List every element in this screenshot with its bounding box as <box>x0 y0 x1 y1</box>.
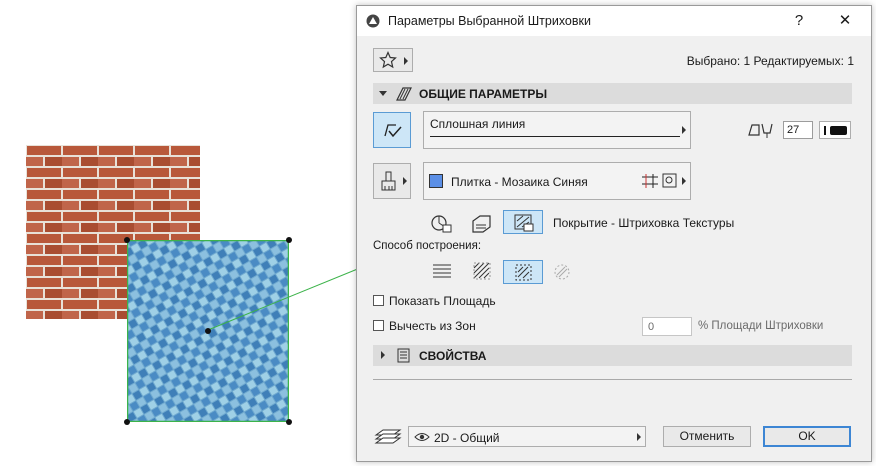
cut-fill-mode-icon[interactable] <box>430 213 454 235</box>
contour-check-icon <box>384 124 402 138</box>
layer-select[interactable]: 2D - Общий <box>408 426 646 447</box>
dropdown-arrow-icon <box>682 126 686 134</box>
horizontal-lines-icon[interactable] <box>433 263 451 279</box>
eye-icon <box>414 433 430 441</box>
selection-handle[interactable] <box>124 419 130 425</box>
subtract-zones-checkbox[interactable] <box>373 320 384 331</box>
show-area-label: Показать Площадь <box>389 294 496 308</box>
subtract-percent-suffix: % Площади Штриховки <box>698 320 824 332</box>
dropdown-arrow-icon <box>682 177 686 185</box>
dotted-texture-icon <box>515 264 532 281</box>
subtract-percent-input[interactable]: 0 <box>642 317 692 336</box>
paint-brush-icon <box>381 171 396 191</box>
pen-icon <box>748 123 773 138</box>
fill-color-swatch <box>429 174 443 188</box>
radial-texture-icon[interactable] <box>553 263 571 281</box>
show-area-checkbox[interactable] <box>373 295 384 306</box>
divider <box>373 379 852 380</box>
ok-button[interactable]: OK <box>763 426 851 447</box>
texture-fill-mode-button[interactable] <box>503 210 543 234</box>
fill-pen-button[interactable] <box>373 163 411 199</box>
fill-type-select[interactable]: Плитка - Мозаика Синяя <box>423 162 691 200</box>
cancel-button[interactable]: Отменить <box>663 426 751 447</box>
construction-label: Способ построения: <box>373 240 482 252</box>
title-bar: Параметры Выбранной Штриховки ? ✕ <box>357 6 871 36</box>
selection-handle[interactable] <box>205 328 211 334</box>
dialog-title: Параметры Выбранной Штриховки <box>388 14 591 28</box>
pen-color-button[interactable] <box>819 121 851 139</box>
connector-line <box>207 267 361 331</box>
collapse-arrow-icon <box>381 351 385 359</box>
properties-header[interactable]: СВОЙСТВА <box>373 345 852 366</box>
texture-hatch-icon <box>514 214 534 232</box>
selection-info: Выбрано: 1 Редактируемых: 1 <box>686 54 854 68</box>
pen-number-input[interactable]: 27 <box>783 121 813 139</box>
fill-settings-dialog: Параметры Выбранной Штриховки ? ✕ Выбран… <box>356 5 872 462</box>
fill-mode-label: Покрытие - Штриховка Текстуры <box>553 216 735 230</box>
fill-name: Плитка - Мозаика Синяя <box>451 175 588 189</box>
selection-handle[interactable] <box>286 419 292 425</box>
dropdown-arrow-icon <box>637 433 641 441</box>
hatch-category-icon <box>396 87 412 101</box>
grid-hatch-icon <box>642 174 658 188</box>
properties-icon <box>397 348 410 363</box>
dropdown-arrow-icon <box>403 177 407 185</box>
line-preview <box>430 136 680 137</box>
section-title: СВОЙСТВА <box>419 349 487 363</box>
cover-fill-mode-icon[interactable] <box>470 213 494 235</box>
diagonal-lines-icon[interactable] <box>473 262 491 280</box>
general-settings-header[interactable]: ОБЩИЕ ПАРАМЕТРЫ <box>373 83 852 104</box>
pen-color-swatch <box>830 126 847 135</box>
close-button[interactable]: ✕ <box>831 11 859 31</box>
help-button[interactable]: ? <box>785 11 813 31</box>
fill-frame-toggle[interactable] <box>373 112 411 148</box>
layer-icon <box>374 429 402 444</box>
star-icon <box>379 51 397 69</box>
expand-arrow-icon <box>379 91 387 96</box>
selection-handle[interactable] <box>124 237 130 243</box>
app-logo-icon <box>366 14 380 28</box>
layer-value: 2D - Общий <box>434 431 500 445</box>
texture-icon <box>662 173 677 188</box>
section-title: ОБЩИЕ ПАРАМЕТРЫ <box>419 87 548 101</box>
dropdown-arrow-icon <box>404 57 408 65</box>
random-texture-button[interactable] <box>503 260 543 284</box>
selection-handle[interactable] <box>286 237 292 243</box>
subtract-zones-label: Вычесть из Зон <box>389 319 476 333</box>
line-type-select[interactable]: Сплошная линия <box>423 111 691 149</box>
favorites-button[interactable] <box>373 48 413 72</box>
line-type-value: Сплошная линия <box>430 117 526 131</box>
